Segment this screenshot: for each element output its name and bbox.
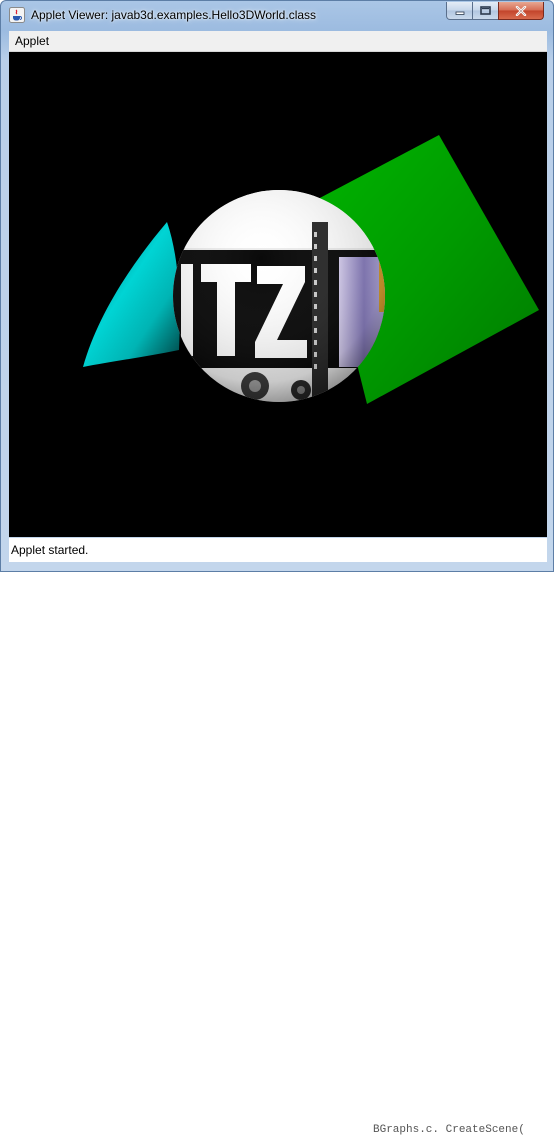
menu-applet[interactable]: Applet <box>15 34 49 48</box>
status-text: Applet started. <box>11 543 89 557</box>
window-title: Applet Viewer: javab3d.examples.Hello3DW… <box>31 8 317 22</box>
status-bar: Applet started. <box>9 538 547 562</box>
window-bottom-frame: BGraphs.c. CreateScene( <box>1 562 553 1136</box>
close-button[interactable] <box>498 2 544 20</box>
maximize-icon <box>480 6 491 15</box>
minimize-icon <box>455 11 464 15</box>
menu-bar: Applet <box>9 31 547 52</box>
close-icon <box>515 5 527 16</box>
scene-render <box>83 135 539 404</box>
title-bar[interactable]: Applet Viewer: javab3d.examples.Hello3DW… <box>1 1 553 30</box>
background-window-text: BGraphs.c. CreateScene( <box>373 1124 525 1136</box>
java-cup-icon <box>9 7 25 23</box>
minimize-button[interactable] <box>446 2 473 20</box>
cyan-cone <box>83 222 180 367</box>
applet-viewer-window: Applet Viewer: javab3d.examples.Hello3DW… <box>0 0 554 1136</box>
maximize-button[interactable] <box>472 2 499 20</box>
3d-canvas[interactable] <box>9 52 547 537</box>
